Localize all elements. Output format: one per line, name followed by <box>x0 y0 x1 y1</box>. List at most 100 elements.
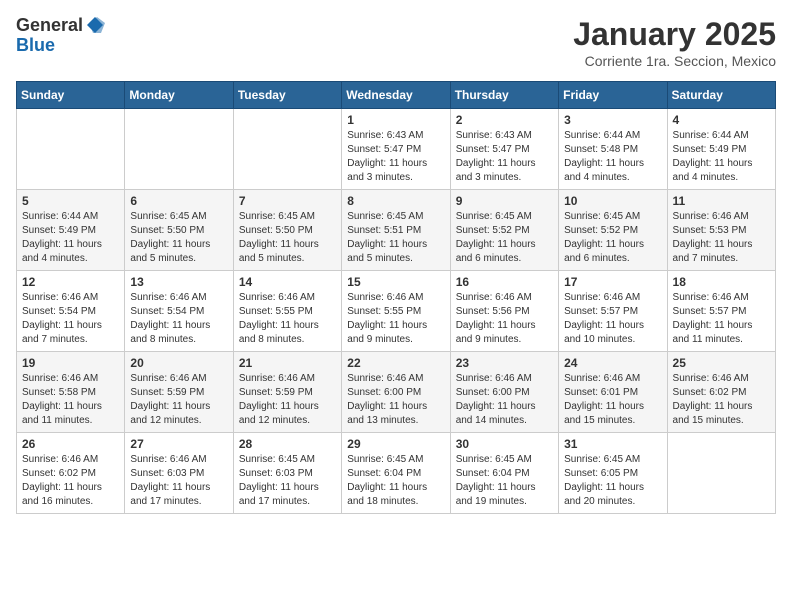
calendar-day-cell: 1Sunrise: 6:43 AMSunset: 5:47 PMDaylight… <box>342 109 450 190</box>
day-info: Sunrise: 6:46 AMSunset: 5:55 PMDaylight:… <box>347 291 444 347</box>
day-number: 4 <box>673 113 770 127</box>
logo-general: General <box>16 16 105 36</box>
day-number: 2 <box>456 113 553 127</box>
day-info: Sunrise: 6:44 AMSunset: 5:48 PMDaylight:… <box>564 129 661 185</box>
day-number: 7 <box>239 194 336 208</box>
calendar-day-cell: 29 Sunrise: 6:45 AMSunset: 6:04 PMDayligh… <box>342 433 450 514</box>
day-info: Sunrise: 6:46 AMSunset: 6:00 PMDaylight:… <box>347 372 444 428</box>
calendar-day-cell: 24 Sunrise: 6:46 AMSunset: 6:01 PMDayligh… <box>559 352 667 433</box>
calendar-day-cell: 28 Sunrise: 6:45 AMSunset: 6:03 PMDayligh… <box>233 433 341 514</box>
day-of-week-header: Saturday <box>667 82 775 109</box>
calendar-day-cell: 31 Sunrise: 6:45 AMSunset: 6:05 PMDayligh… <box>559 433 667 514</box>
day-info: Sunrise: 6:45 AMSunset: 5:52 PMDaylight:… <box>456 210 553 266</box>
calendar-day-cell: 27 Sunrise: 6:46 AMSunset: 6:03 PMDayligh… <box>125 433 233 514</box>
day-info: Sunrise: 6:45 AMSunset: 5:52 PMDaylight:… <box>564 210 661 266</box>
calendar-day-cell: 2 Sunrise: 6:43 AMSunset: 5:47 PMDaylight… <box>450 109 558 190</box>
day-number: 24 <box>564 356 661 370</box>
day-info: Sunrise: 6:46 AMSunset: 6:00 PMDaylight:… <box>456 372 553 428</box>
day-of-week-header: Sunday <box>17 82 125 109</box>
day-info: Sunrise: 6:45 AMSunset: 6:03 PMDaylight:… <box>239 453 336 509</box>
day-number: 26 <box>22 437 119 451</box>
day-number: 6 <box>130 194 227 208</box>
calendar-day-cell: 3Sunrise: 6:44 AMSunset: 5:48 PMDaylight… <box>559 109 667 190</box>
calendar-day-cell: 17 Sunrise: 6:46 AMSunset: 5:57 PMDayligh… <box>559 271 667 352</box>
day-info: Sunrise: 6:46 AMSunset: 6:03 PMDaylight:… <box>130 453 227 509</box>
calendar-day-cell: 20Sunrise: 6:46 AMSunset: 5:59 PMDayligh… <box>125 352 233 433</box>
day-number: 13 <box>130 275 227 289</box>
day-info: Sunrise: 6:46 AMSunset: 5:56 PMDaylight:… <box>456 291 553 347</box>
day-info: Sunrise: 6:45 AMSunset: 5:51 PMDaylight:… <box>347 210 444 266</box>
month-title: January 2025 <box>573 16 776 53</box>
day-info: Sunrise: 6:43 AMSunset: 5:47 PMDaylight:… <box>347 129 444 185</box>
day-number: 11 <box>673 194 770 208</box>
day-number: 28 <box>239 437 336 451</box>
location: Corriente 1ra. Seccion, Mexico <box>573 53 776 69</box>
logo-blue: Blue <box>16 36 105 56</box>
calendar-day-cell: 18 Sunrise: 6:46 AMSunset: 5:57 PMDayligh… <box>667 271 775 352</box>
calendar-day-cell: 30 Sunrise: 6:45 AMSunset: 6:04 PMDayligh… <box>450 433 558 514</box>
calendar-day-cell: 16 Sunrise: 6:46 AMSunset: 5:56 PMDayligh… <box>450 271 558 352</box>
day-info: Sunrise: 6:46 AMSunset: 5:57 PMDaylight:… <box>564 291 661 347</box>
day-info: Sunrise: 6:46 AMSunset: 5:54 PMDaylight:… <box>22 291 119 347</box>
day-number: 8 <box>347 194 444 208</box>
day-number: 12 <box>22 275 119 289</box>
day-info: Sunrise: 6:45 AMSunset: 5:50 PMDaylight:… <box>239 210 336 266</box>
calendar-day-cell <box>667 433 775 514</box>
day-of-week-header: Tuesday <box>233 82 341 109</box>
day-number: 23 <box>456 356 553 370</box>
calendar-day-cell: 19 Sunrise: 6:46 AMSunset: 5:58 PMDayligh… <box>17 352 125 433</box>
calendar-day-cell: 26 Sunrise: 6:46 AMSunset: 6:02 PMDayligh… <box>17 433 125 514</box>
calendar-day-cell: 10 Sunrise: 6:45 AMSunset: 5:52 PMDayligh… <box>559 190 667 271</box>
title-block: January 2025 Corriente 1ra. Seccion, Mex… <box>573 16 776 69</box>
calendar-day-cell: 4 Sunrise: 6:44 AMSunset: 5:49 PMDaylight… <box>667 109 775 190</box>
day-info: Sunrise: 6:43 AMSunset: 5:47 PMDaylight:… <box>456 129 553 185</box>
day-info: Sunrise: 6:46 AMSunset: 6:01 PMDaylight:… <box>564 372 661 428</box>
day-number: 27 <box>130 437 227 451</box>
calendar-day-cell: 23 Sunrise: 6:46 AMSunset: 6:00 PMDayligh… <box>450 352 558 433</box>
day-of-week-header: Monday <box>125 82 233 109</box>
day-number: 10 <box>564 194 661 208</box>
calendar-day-cell: 5 Sunrise: 6:44 AMSunset: 5:49 PMDaylight… <box>17 190 125 271</box>
day-info: Sunrise: 6:46 AMSunset: 5:58 PMDaylight:… <box>22 372 119 428</box>
calendar-day-cell: 7 Sunrise: 6:45 AMSunset: 5:50 PMDaylight… <box>233 190 341 271</box>
day-of-week-header: Wednesday <box>342 82 450 109</box>
calendar-day-cell: 14Sunrise: 6:46 AMSunset: 5:55 PMDayligh… <box>233 271 341 352</box>
day-info: Sunrise: 6:44 AMSunset: 5:49 PMDaylight:… <box>22 210 119 266</box>
calendar-day-cell <box>125 109 233 190</box>
day-info: Sunrise: 6:45 AMSunset: 6:04 PMDaylight:… <box>347 453 444 509</box>
calendar-day-cell: 13 Sunrise: 6:46 AMSunset: 5:54 PMDayligh… <box>125 271 233 352</box>
calendar-day-cell: 25Sunrise: 6:46 AMSunset: 6:02 PMDayligh… <box>667 352 775 433</box>
day-number: 19 <box>22 356 119 370</box>
day-info: Sunrise: 6:46 AMSunset: 5:57 PMDaylight:… <box>673 291 770 347</box>
day-info: Sunrise: 6:46 AMSunset: 6:02 PMDaylight:… <box>22 453 119 509</box>
day-number: 22 <box>347 356 444 370</box>
calendar-day-cell: 21Sunrise: 6:46 AMSunset: 5:59 PMDayligh… <box>233 352 341 433</box>
calendar-day-cell: 9Sunrise: 6:45 AMSunset: 5:52 PMDaylight… <box>450 190 558 271</box>
calendar-day-cell <box>17 109 125 190</box>
calendar-week-row: 1Sunrise: 6:43 AMSunset: 5:47 PMDaylight… <box>17 109 776 190</box>
calendar-week-row: 19 Sunrise: 6:46 AMSunset: 5:58 PMDayligh… <box>17 352 776 433</box>
calendar-week-row: 26 Sunrise: 6:46 AMSunset: 6:02 PMDayligh… <box>17 433 776 514</box>
day-number: 18 <box>673 275 770 289</box>
calendar-table: SundayMondayTuesdayWednesdayThursdayFrid… <box>16 81 776 514</box>
day-number: 31 <box>564 437 661 451</box>
day-info: Sunrise: 6:45 AMSunset: 5:50 PMDaylight:… <box>130 210 227 266</box>
day-number: 17 <box>564 275 661 289</box>
day-number: 30 <box>456 437 553 451</box>
calendar-header-row: SundayMondayTuesdayWednesdayThursdayFrid… <box>17 82 776 109</box>
calendar-week-row: 5 Sunrise: 6:44 AMSunset: 5:49 PMDaylight… <box>17 190 776 271</box>
day-info: Sunrise: 6:46 AMSunset: 5:54 PMDaylight:… <box>130 291 227 347</box>
day-info: Sunrise: 6:46 AMSunset: 5:55 PMDaylight:… <box>239 291 336 347</box>
day-info: Sunrise: 6:45 AMSunset: 6:04 PMDaylight:… <box>456 453 553 509</box>
day-number: 16 <box>456 275 553 289</box>
day-info: Sunrise: 6:46 AMSunset: 5:59 PMDaylight:… <box>239 372 336 428</box>
day-number: 29 <box>347 437 444 451</box>
calendar-week-row: 12 Sunrise: 6:46 AMSunset: 5:54 PMDayligh… <box>17 271 776 352</box>
day-info: Sunrise: 6:44 AMSunset: 5:49 PMDaylight:… <box>673 129 770 185</box>
day-number: 5 <box>22 194 119 208</box>
day-of-week-header: Friday <box>559 82 667 109</box>
day-info: Sunrise: 6:45 AMSunset: 6:05 PMDaylight:… <box>564 453 661 509</box>
calendar-day-cell <box>233 109 341 190</box>
day-number: 20 <box>130 356 227 370</box>
calendar-day-cell: 15Sunrise: 6:46 AMSunset: 5:55 PMDayligh… <box>342 271 450 352</box>
